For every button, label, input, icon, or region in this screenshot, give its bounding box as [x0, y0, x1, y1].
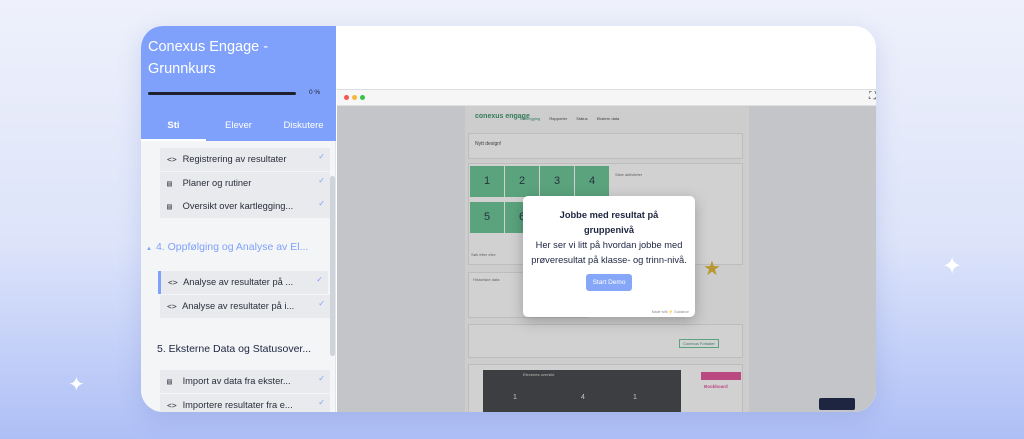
lesson-label: Planer og rutiner: [182, 178, 252, 188]
check-icon: ✓: [316, 275, 323, 284]
modal-footer: Made with ⚡ Guidance: [651, 310, 689, 314]
check-icon: ✓: [318, 152, 325, 161]
course-player-card: Conexus Engage - Grunnkurs 0 % Sti Eleve…: [141, 26, 876, 412]
lesson-item[interactable]: <> Registrering av resultater ✓: [160, 148, 330, 171]
chat-widget-button[interactable]: [819, 398, 855, 410]
sidebar-tabs: Sti Elever Diskutere: [141, 113, 336, 141]
sidebar-scrollbar[interactable]: [330, 176, 335, 356]
modal-body: Her ser vi litt på hvordan jobbe med prø…: [531, 240, 687, 265]
section-4-header[interactable]: ▲ 4. Oppfølging og Analyse av El...: [146, 241, 324, 253]
check-icon: ✓: [318, 199, 325, 208]
lesson-item[interactable]: <> Importere resultater fra e... ✓: [160, 394, 330, 412]
section-title: 4. Oppfølging og Analyse av El...: [155, 241, 309, 253]
code-icon: <>: [167, 155, 177, 164]
code-icon: <>: [167, 401, 177, 410]
lesson-item[interactable]: ▤ Import av data fra ekster... ✓: [160, 370, 330, 393]
sparkle-icon: ✦: [68, 372, 85, 396]
fullscreen-icon[interactable]: ⛶: [869, 91, 876, 102]
lesson-item[interactable]: ▤ Oversikt over kartlegging... ✓: [160, 195, 330, 218]
code-icon: <>: [167, 302, 177, 311]
lesson-label: Analyse av resultater på i...: [182, 301, 295, 311]
lesson-item[interactable]: ▤ Planer og rutiner ✓: [160, 172, 330, 195]
lesson-list: <> Registrering av resultater ✓ ▤ Planer…: [141, 141, 336, 412]
tab-sti[interactable]: Sti: [141, 113, 206, 141]
section-title: 5. Eksterne Data og Statusover...: [157, 343, 312, 355]
maximize-dot-icon: [360, 95, 365, 100]
lesson-label: Registrering av resultater: [182, 154, 287, 164]
tab-diskutere[interactable]: Diskutere: [271, 113, 336, 141]
modal-title: Jobbe med resultat på gruppenivå: [559, 210, 659, 235]
lesson-label: Analyse av resultater på ...: [183, 277, 294, 287]
check-icon: ✓: [318, 374, 325, 383]
collapse-arrow-icon: ▲: [146, 246, 152, 252]
lesson-item[interactable]: <> Analyse av resultater på i... ✓: [160, 295, 330, 318]
book-icon: ▤: [167, 202, 172, 211]
lesson-content: ⛶ conexus engage Kartlegging Rapporter S…: [337, 26, 876, 412]
tab-elever[interactable]: Elever: [206, 113, 271, 141]
book-icon: ▤: [167, 377, 172, 386]
course-sidebar: Conexus Engage - Grunnkurs 0 % Sti Eleve…: [141, 26, 336, 412]
browser-titlebar: ⛶: [337, 90, 876, 106]
check-icon: ✓: [318, 398, 325, 407]
check-icon: ✓: [318, 176, 325, 185]
section-5-header[interactable]: 5. Eksterne Data og Statusover...: [157, 343, 335, 355]
progress-percent: 0 %: [309, 89, 321, 96]
browser-window: ⛶ conexus engage Kartlegging Rapporter S…: [337, 89, 876, 412]
course-title: Conexus Engage - Grunnkurs: [148, 39, 269, 77]
minimize-dot-icon: [352, 95, 357, 100]
sparkle-icon: ✦: [942, 252, 963, 280]
book-icon: ▤: [167, 179, 172, 188]
lesson-label: Import av data fra ekster...: [182, 376, 291, 386]
sidebar-header: Conexus Engage - Grunnkurs 0 %: [141, 26, 336, 113]
lesson-item-active[interactable]: <> Analyse av resultater på ... ✓: [158, 271, 328, 294]
lesson-label: Oversikt over kartlegging...: [182, 201, 294, 211]
close-dot-icon: [344, 95, 349, 100]
start-demo-button[interactable]: Start Demo: [585, 274, 633, 291]
code-icon: <>: [168, 278, 178, 287]
course-progress-bar: [148, 92, 296, 95]
check-icon: ✓: [318, 299, 325, 308]
lesson-label: Importere resultater fra e...: [182, 400, 293, 410]
demo-modal: Jobbe med resultat på gruppenivå Her ser…: [523, 196, 695, 317]
